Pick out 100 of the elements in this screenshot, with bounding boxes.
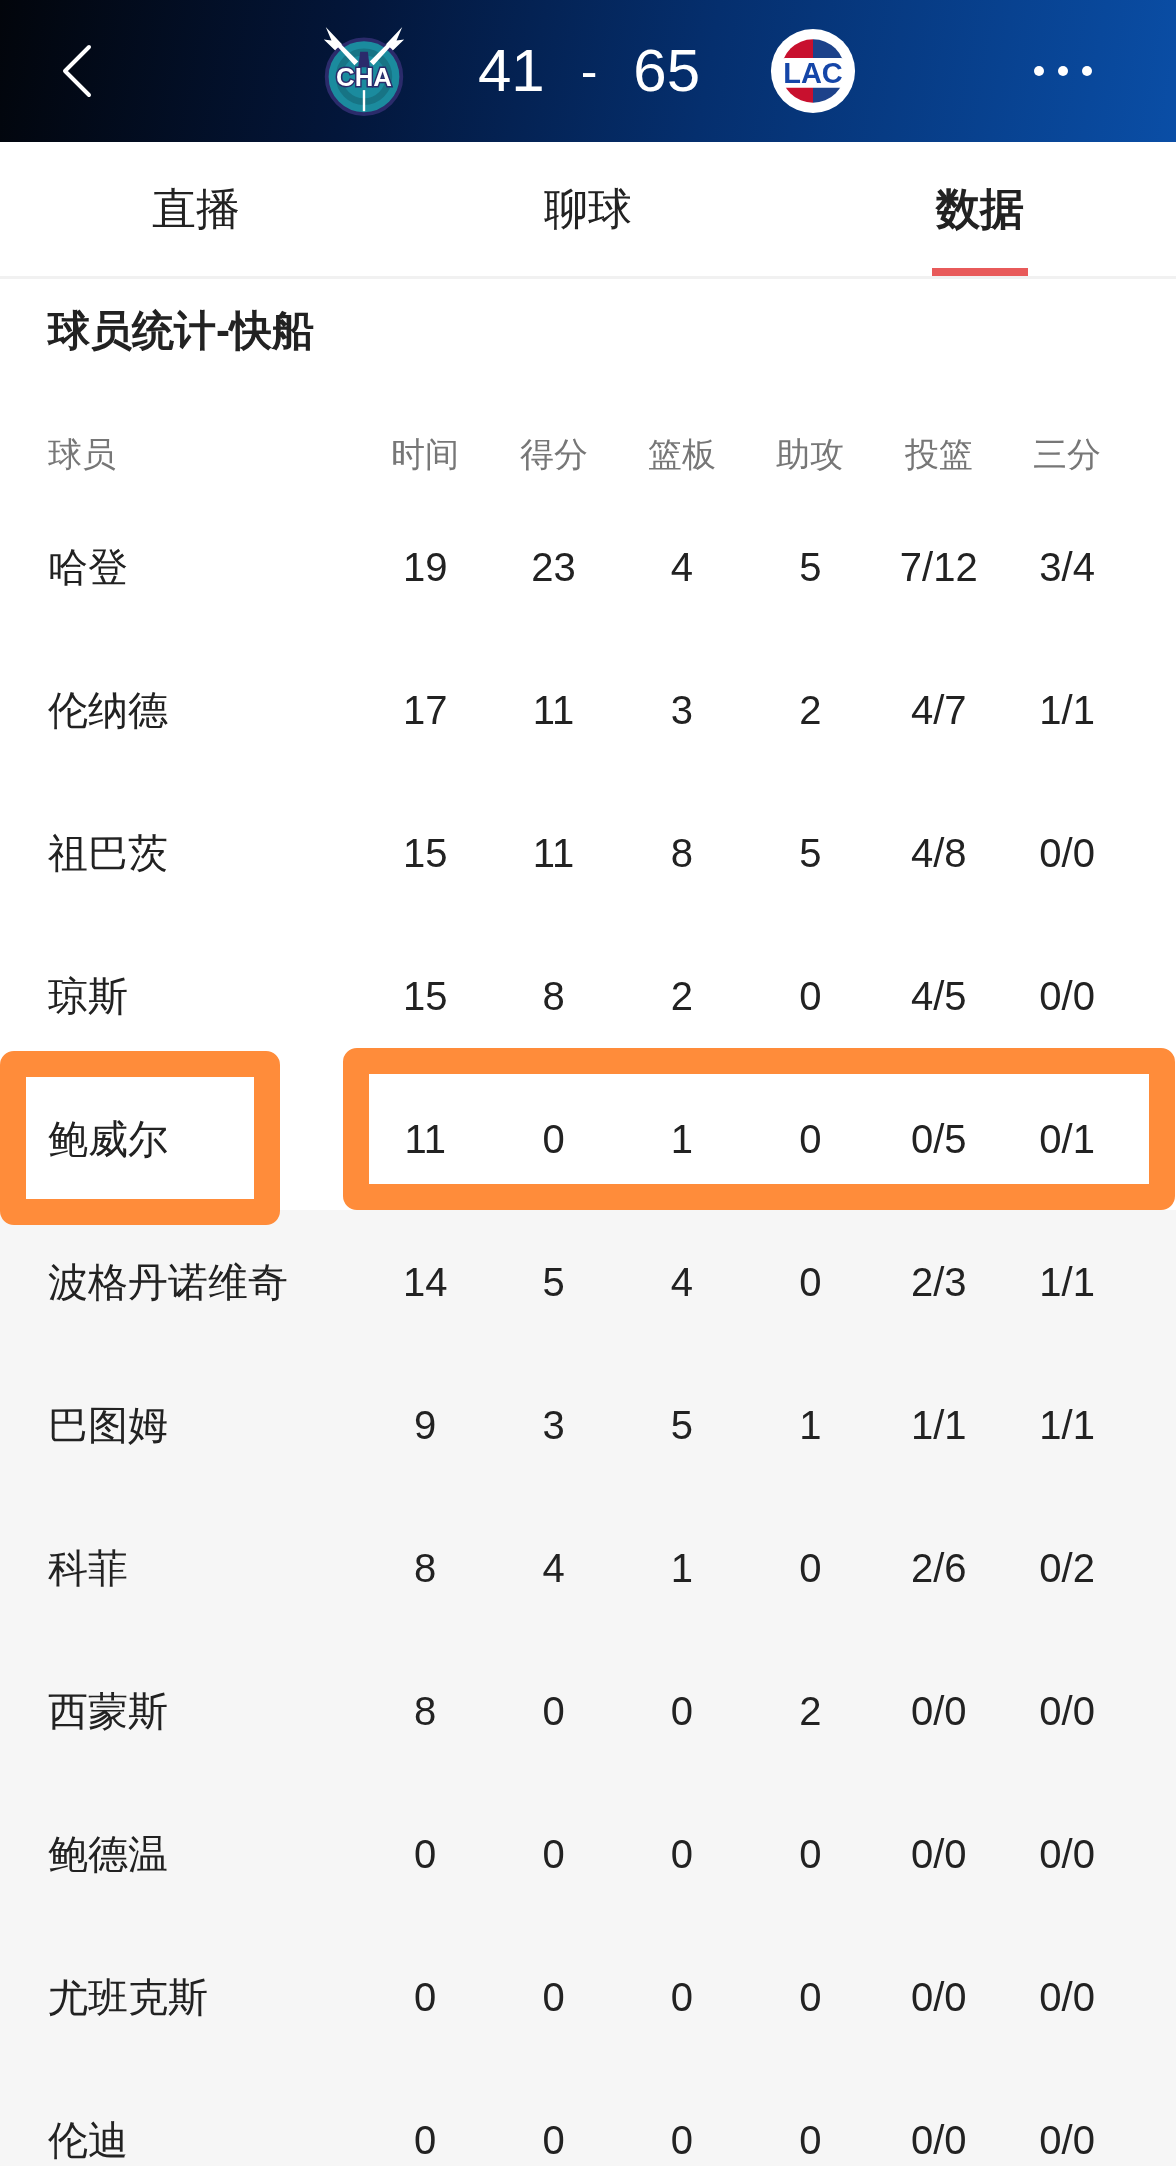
stat-cell-text: 0 [798,1116,823,1161]
stat-cell-text: 0 [541,1831,566,1876]
stat-cell-text: 0 [413,1831,438,1876]
stat-cell-text: 5 [798,830,823,875]
stat-cell-text: 19 [401,544,449,589]
table-row[interactable]: 鲍德温 0 0 0 0 0/0 0/0 [0,1782,1176,1925]
stat-cell-text: 0/5 [909,1116,968,1161]
column-header: 三分 [1032,433,1103,474]
table-row[interactable]: 巴图姆 9 3 5 1 1/1 1/1 [0,1353,1176,1496]
stat-cell-text: 11 [531,687,576,732]
stat-cell-text: 0 [669,2117,695,2162]
column-header: 得分 [518,433,589,474]
stat-cell-text: 1 [669,1545,695,1590]
away-score: 65 [633,36,701,106]
stat-cell-text: 1/1 [1038,1402,1096,1447]
stat-cell-text: 0 [541,2117,566,2162]
stat-cell-text: 0/0 [909,1974,968,2019]
stat-cell-text: 0 [413,1974,438,2019]
stat-cell-text: 2 [669,973,695,1018]
stat-cell-text: 14 [401,1259,449,1304]
stat-cell-text: 1 [798,1402,823,1447]
stat-cell-text: 0 [798,2117,823,2162]
stat-cell-text: 0 [798,973,823,1018]
stat-cell-text: 0/0 [1038,973,1096,1018]
stat-cell-text: 5 [798,544,823,589]
stat-cell-text: 0 [413,2117,438,2162]
stat-cell-text: 4/7 [909,687,968,732]
player-name: 琼斯 [47,973,129,1018]
team-logo[interactable]: LAC [770,28,857,114]
stat-cell-text: 3/4 [1038,544,1096,589]
stat-cell-text: 7/12 [898,544,979,589]
stat-cell-text: 15 [401,830,449,875]
player-name: 西蒙斯 [47,1688,169,1733]
score-separator: - [580,42,598,101]
stat-cell-text: 8 [669,830,695,875]
column-header: 篮板 [646,433,717,474]
stat-cell-text: 17 [401,687,449,732]
player-name: 鲍威尔 [47,1116,169,1161]
table-row[interactable]: 伦迪 0 0 0 0 0/0 0/0 [0,2068,1176,2166]
stat-cell-text: 0/0 [1038,2117,1096,2162]
stat-cell-text: 0/0 [1038,1688,1096,1733]
player-name: 伦纳德 [47,687,169,732]
stat-cell-text: 0 [669,1974,695,2019]
player-name: 尤班克斯 [47,1974,209,2019]
stat-cell-text: 4 [541,1545,566,1590]
more-icon[interactable] [1034,66,1092,76]
stat-cell-text: 4/5 [909,973,968,1018]
table-row[interactable]: 科菲 8 4 1 0 2/6 0/2 [0,1496,1176,1639]
stat-cell-text: 0 [669,1688,695,1733]
stat-cell-text: 1/1 [1038,1259,1096,1304]
column-header: 助攻 [775,433,846,474]
stat-cell-text: 3 [669,687,695,732]
stat-cell-text: 4 [669,544,695,589]
section-title: 球员统计-快船 [48,307,314,354]
player-name: 伦迪 [47,2117,129,2162]
stat-cell-text: 23 [530,544,577,589]
stat-cell-text: 4 [669,1259,695,1304]
stat-cell-text: 0 [798,1259,823,1304]
stat-cell-text: 11 [403,1116,447,1161]
stat-cell-text: 0 [798,1974,823,2019]
stat-cell-text: 5 [669,1402,695,1447]
tab[interactable]: 数据 [784,142,1176,276]
player-name: 鲍德温 [47,1831,169,1876]
tab[interactable]: 聊球 [392,142,784,276]
table-row[interactable]: 尤班克斯 0 0 0 0 0/0 0/0 [0,1925,1176,2068]
stat-cell-text: 0/0 [1038,1974,1096,2019]
table-row[interactable]: 西蒙斯 8 0 0 2 0/0 0/0 [0,1639,1176,1782]
player-name: 巴图姆 [47,1402,169,1447]
stat-cell-text: 8 [541,973,566,1018]
stat-cell-text: 4/8 [909,830,968,875]
stat-cell-text: 0/0 [909,1688,968,1733]
player-name: 哈登 [47,544,129,589]
stat-cell-text: 0/0 [1038,1831,1096,1876]
player-name: 科菲 [47,1545,129,1590]
stat-cell-text: 2/3 [909,1259,968,1304]
stat-cell-text: 2/6 [909,1545,968,1590]
player-name: 祖巴茨 [47,830,169,875]
stat-cell-text: 0/0 [909,1831,968,1876]
column-header: 投篮 [903,433,974,474]
column-header: 球员 [47,433,117,474]
column-header: 时间 [390,433,461,474]
back-icon[interactable] [62,44,92,98]
stat-cell-text: 8 [413,1545,438,1590]
stat-cell-text: 0/2 [1038,1545,1096,1590]
stat-cell-text: 0 [541,1688,566,1733]
table-row[interactable]: 波格丹诺维奇 14 5 4 0 2/3 1/1 [0,1210,1176,1353]
stat-cell-text: 0 [798,1831,823,1876]
player-name: 波格丹诺维奇 [47,1259,289,1304]
stat-cell-text: 5 [541,1259,566,1304]
stat-cell-text: 1/1 [1038,687,1096,732]
tab[interactable]: 直播 [0,142,392,276]
stat-cell-text: 1/1 [909,1402,968,1447]
stat-cell-text: 0 [669,1831,695,1876]
stat-cell-text: 2 [798,1688,823,1733]
stat-cell-text: 0/0 [909,2117,968,2162]
stat-cell-text: 11 [531,830,576,875]
stat-cell-text: 0 [541,1974,566,2019]
home-score: 41 [477,36,545,106]
stat-cell-text: 0 [798,1545,823,1590]
stat-cell-text: 3 [541,1402,566,1447]
